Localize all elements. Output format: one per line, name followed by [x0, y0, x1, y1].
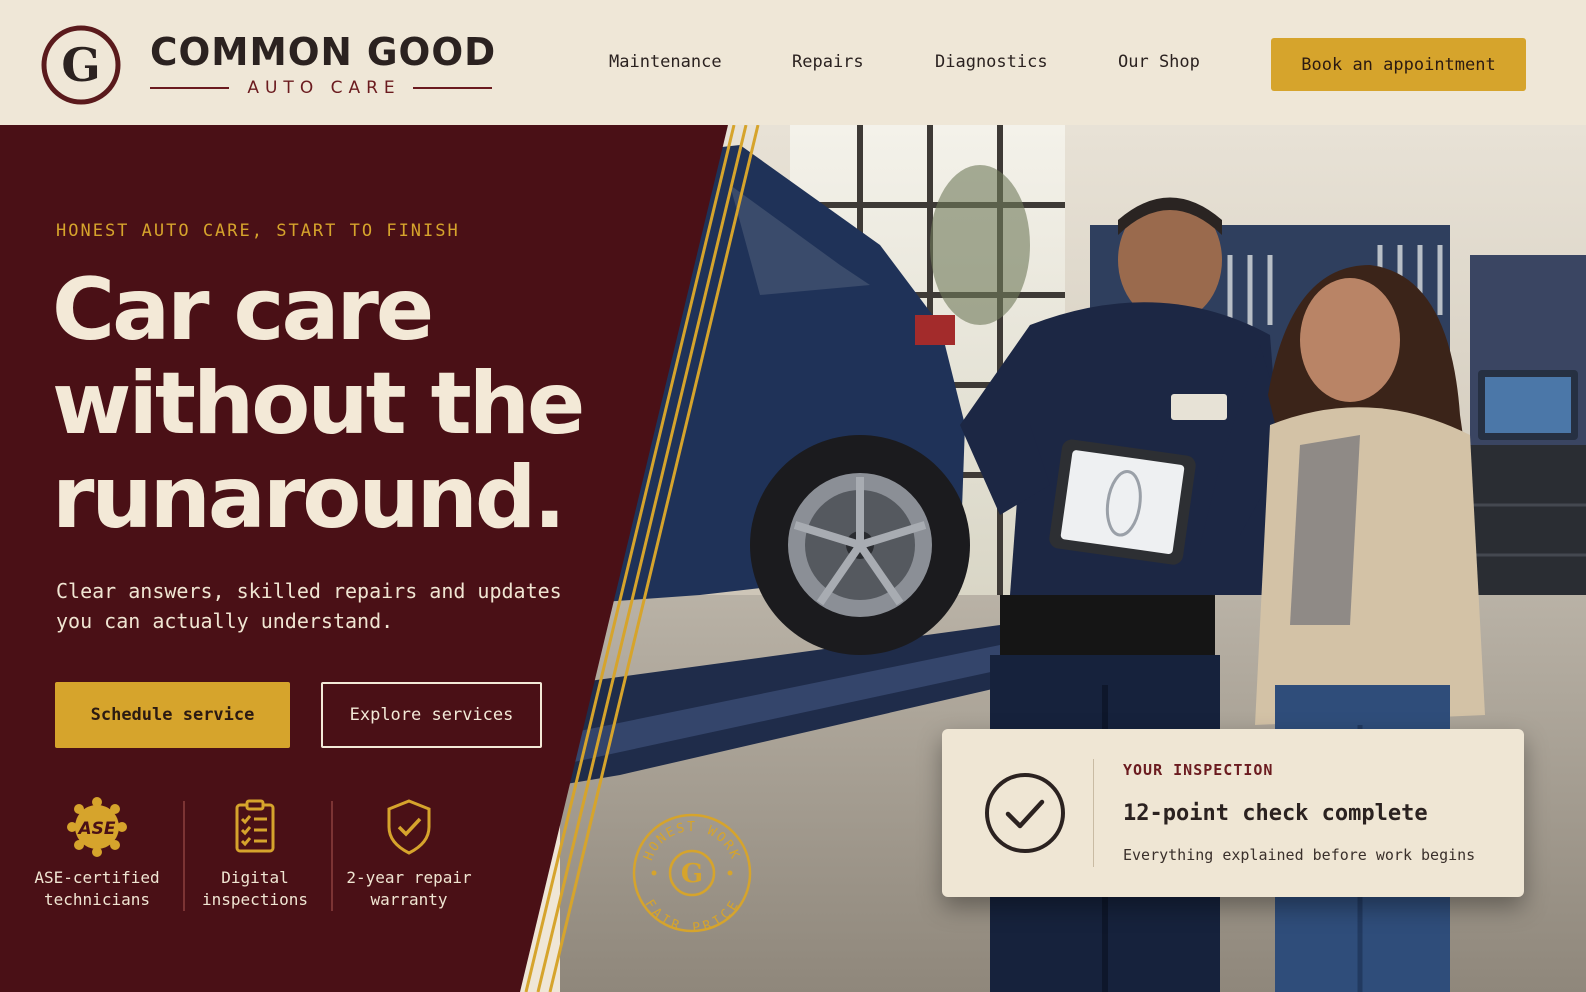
hero-headline: Car care without the runaround. [52, 263, 672, 545]
feature-divider [331, 801, 333, 911]
card-divider [1093, 759, 1094, 867]
ase-badge-icon: ASE [67, 797, 127, 857]
explore-services-button[interactable]: Explore services [321, 682, 542, 748]
ase-badge-text: ASE [76, 819, 115, 839]
check-circle-icon [985, 773, 1065, 853]
nav-repairs[interactable]: Repairs [792, 52, 864, 72]
hero-section: HONEST AUTO CARE, START TO FINISH Car ca… [0, 125, 1586, 992]
clipboard-checklist-icon [235, 799, 275, 853]
brand-subtitle-text: AUTO CARE [247, 78, 401, 98]
book-appointment-button[interactable]: Book an appointment [1271, 38, 1526, 91]
svg-text:FAIR PRICE: FAIR PRICE [641, 897, 742, 935]
nav-maintenance[interactable]: Maintenance [609, 52, 722, 72]
card-description: Everything explained before work begins [1123, 846, 1476, 864]
card-heading: 12-point check complete [1123, 801, 1428, 826]
nav-our-shop[interactable]: Our Shop [1118, 52, 1200, 72]
brand-subtitle: AUTO CARE [150, 77, 493, 99]
headline-line-2: without the [52, 354, 585, 454]
subtitle-rule-right [412, 87, 493, 89]
nav-diagnostics[interactable]: Diagnostics [935, 52, 1048, 72]
inspection-card[interactable]: YOUR INSPECTION 12-point check complete … [942, 729, 1524, 897]
subtitle-rule-left [150, 87, 230, 89]
hero-eyebrow: HONEST AUTO CARE, START TO FINISH [56, 221, 460, 241]
seal-bottom-text: FAIR PRICE [641, 897, 740, 935]
logo-letter: G [61, 38, 100, 92]
honest-work-seal-icon: HONEST WORK FAIR PRICE G [632, 813, 752, 935]
shield-check-icon [387, 799, 431, 855]
brand-name[interactable]: COMMON GOOD [150, 30, 496, 74]
feature-label: ASE-certified technicians [34, 868, 160, 909]
headline-line-1: Car care [52, 260, 434, 360]
headline-line-3: runaround. [52, 448, 566, 548]
feature-label: 2-year repair warranty [346, 868, 472, 909]
feature-ase-certified: ASE ASE-certified technicians [30, 797, 164, 911]
feature-repair-warranty: 2-year repair warranty [344, 797, 474, 911]
schedule-service-button[interactable]: Schedule service [55, 682, 290, 748]
card-title: YOUR INSPECTION [1123, 761, 1274, 779]
hero-subtext: Clear answers, skilled repairs and updat… [56, 579, 562, 633]
seal-letter: G [681, 859, 703, 889]
feature-digital-inspections: Digital inspections [195, 797, 315, 911]
feature-divider [183, 801, 185, 911]
logo-icon[interactable]: G [40, 24, 122, 106]
site-header: G COMMON GOOD AUTO CARE Maintenance Repa… [0, 0, 1586, 126]
feature-label: Digital inspections [202, 868, 308, 909]
